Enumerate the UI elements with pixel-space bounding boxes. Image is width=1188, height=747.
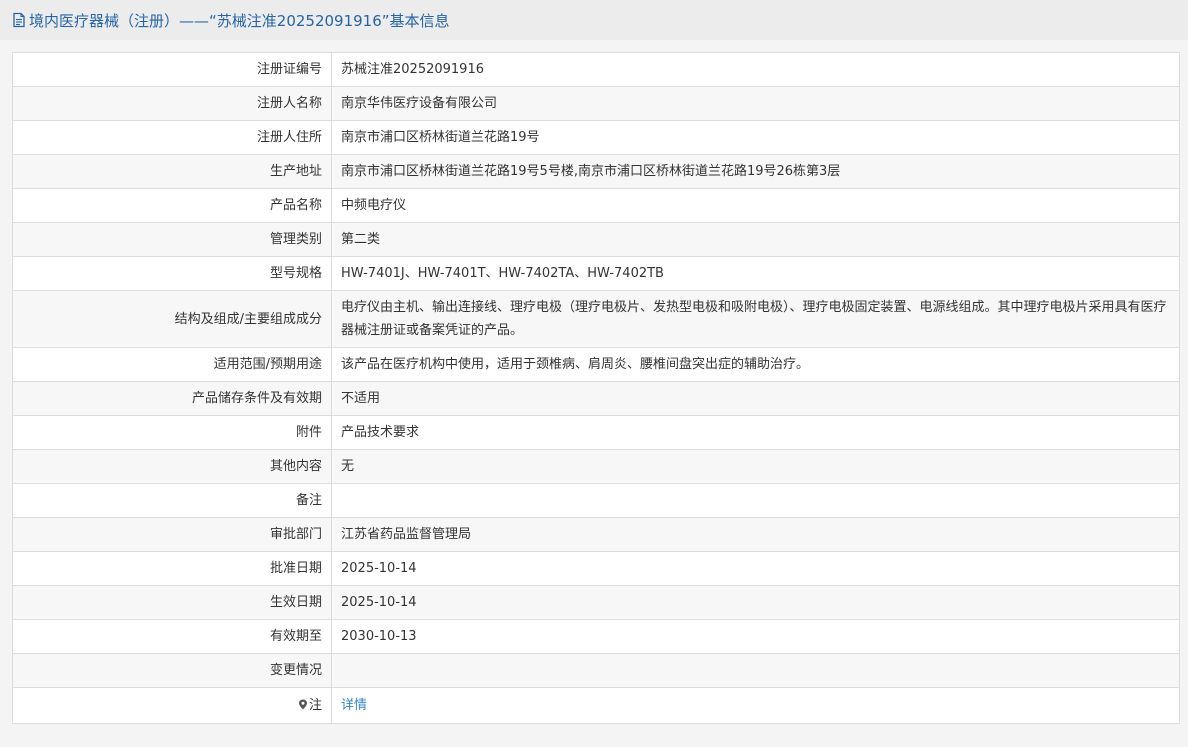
table-row: 注册人名称 南京华伟医疗设备有限公司 bbox=[12, 86, 1180, 121]
other-content-value: 无 bbox=[331, 449, 1180, 484]
storage-validity-value: 不适用 bbox=[331, 381, 1180, 416]
effective-date-value: 2025-10-14 bbox=[331, 585, 1180, 620]
table-row: 注册人住所 南京市浦口区桥林街道兰花路19号 bbox=[12, 120, 1180, 155]
approval-date-value: 2025-10-14 bbox=[331, 551, 1180, 586]
registration-number-value: 苏械注准20252091916 bbox=[331, 52, 1180, 87]
attachment-label: 附件 bbox=[12, 415, 332, 450]
table-row: 产品储存条件及有效期 不适用 bbox=[12, 381, 1180, 416]
other-content-label: 其他内容 bbox=[12, 449, 332, 484]
registrant-name-label: 注册人名称 bbox=[12, 86, 332, 121]
approval-department-value: 江苏省药品监督管理局 bbox=[331, 517, 1180, 552]
approval-department-label: 审批部门 bbox=[12, 517, 332, 552]
note-value-cell: 详情 bbox=[331, 687, 1180, 724]
management-category-value: 第二类 bbox=[331, 222, 1180, 257]
table-row: 注册证编号 苏械注准20252091916 bbox=[12, 52, 1180, 87]
table-row: 结构及组成/主要组成成分 电疗仪由主机、输出连接线、理疗电极（理疗电极片、发热型… bbox=[12, 290, 1180, 348]
model-spec-value: HW-7401J、HW-7401T、HW-7402TA、HW-7402TB bbox=[331, 256, 1180, 291]
attachment-value: 产品技术要求 bbox=[331, 415, 1180, 450]
table-row: 管理类别 第二类 bbox=[12, 222, 1180, 257]
structure-composition-value: 电疗仪由主机、输出连接线、理疗电极（理疗电极片、发热型电极和吸附电极）、理疗电极… bbox=[331, 290, 1180, 348]
change-history-label: 变更情况 bbox=[12, 653, 332, 688]
note-label-cell: 注 bbox=[12, 687, 332, 724]
management-category-label: 管理类别 bbox=[12, 222, 332, 257]
effective-date-label: 生效日期 bbox=[12, 585, 332, 620]
details-link[interactable]: 详情 bbox=[341, 698, 367, 713]
remarks-value bbox=[331, 483, 1180, 518]
storage-validity-label: 产品储存条件及有效期 bbox=[12, 381, 332, 416]
intended-use-value: 该产品在医疗机构中使用，适用于颈椎病、肩周炎、腰椎间盘突出症的辅助治疗。 bbox=[331, 347, 1180, 382]
table-row: 其他内容 无 bbox=[12, 449, 1180, 484]
table-row: 注 详情 bbox=[12, 687, 1180, 724]
change-history-value bbox=[331, 653, 1180, 688]
registrant-name-value: 南京华伟医疗设备有限公司 bbox=[331, 86, 1180, 121]
table-row: 生效日期 2025-10-14 bbox=[12, 585, 1180, 620]
registrant-address-label: 注册人住所 bbox=[12, 120, 332, 155]
info-panel: 注册证编号 苏械注准20252091916 注册人名称 南京华伟医疗设备有限公司… bbox=[0, 40, 1188, 747]
table-row: 批准日期 2025-10-14 bbox=[12, 551, 1180, 586]
product-name-label: 产品名称 bbox=[12, 188, 332, 223]
table-row: 审批部门 江苏省药品监督管理局 bbox=[12, 517, 1180, 552]
table-row: 适用范围/预期用途 该产品在医疗机构中使用，适用于颈椎病、肩周炎、腰椎间盘突出症… bbox=[12, 347, 1180, 382]
registrant-address-value: 南京市浦口区桥林街道兰花路19号 bbox=[331, 120, 1180, 155]
expiry-date-label: 有效期至 bbox=[12, 619, 332, 654]
note-label: 注 bbox=[308, 698, 322, 713]
remarks-label: 备注 bbox=[12, 483, 332, 518]
table-row: 备注 bbox=[12, 483, 1180, 518]
intended-use-label: 适用范围/预期用途 bbox=[12, 347, 332, 382]
table-row: 型号规格 HW-7401J、HW-7401T、HW-7402TA、HW-7402… bbox=[12, 256, 1180, 291]
structure-composition-label: 结构及组成/主要组成成分 bbox=[12, 290, 332, 348]
table-row: 附件 产品技术要求 bbox=[12, 415, 1180, 450]
expiry-date-value: 2030-10-13 bbox=[331, 619, 1180, 654]
table-row: 产品名称 中频电疗仪 bbox=[12, 188, 1180, 223]
table-row: 有效期至 2030-10-13 bbox=[12, 619, 1180, 654]
map-pin-icon bbox=[298, 695, 308, 710]
production-address-label: 生产地址 bbox=[12, 154, 332, 189]
approval-date-label: 批准日期 bbox=[12, 551, 332, 586]
document-icon bbox=[12, 12, 26, 28]
registration-number-label: 注册证编号 bbox=[12, 52, 332, 87]
info-table: 注册证编号 苏械注准20252091916 注册人名称 南京华伟医疗设备有限公司… bbox=[12, 52, 1180, 724]
product-name-value: 中频电疗仪 bbox=[331, 188, 1180, 223]
page-header: 境内医疗器械（注册）——“苏械注准20252091916”基本信息 bbox=[0, 0, 1188, 40]
page-title: 境内医疗器械（注册）——“苏械注准20252091916”基本信息 bbox=[29, 11, 450, 30]
table-row: 变更情况 bbox=[12, 653, 1180, 688]
model-spec-label: 型号规格 bbox=[12, 256, 332, 291]
production-address-value: 南京市浦口区桥林街道兰花路19号5号楼,南京市浦口区桥林街道兰花路19号26栋第… bbox=[331, 154, 1180, 189]
table-row: 生产地址 南京市浦口区桥林街道兰花路19号5号楼,南京市浦口区桥林街道兰花路19… bbox=[12, 154, 1180, 189]
